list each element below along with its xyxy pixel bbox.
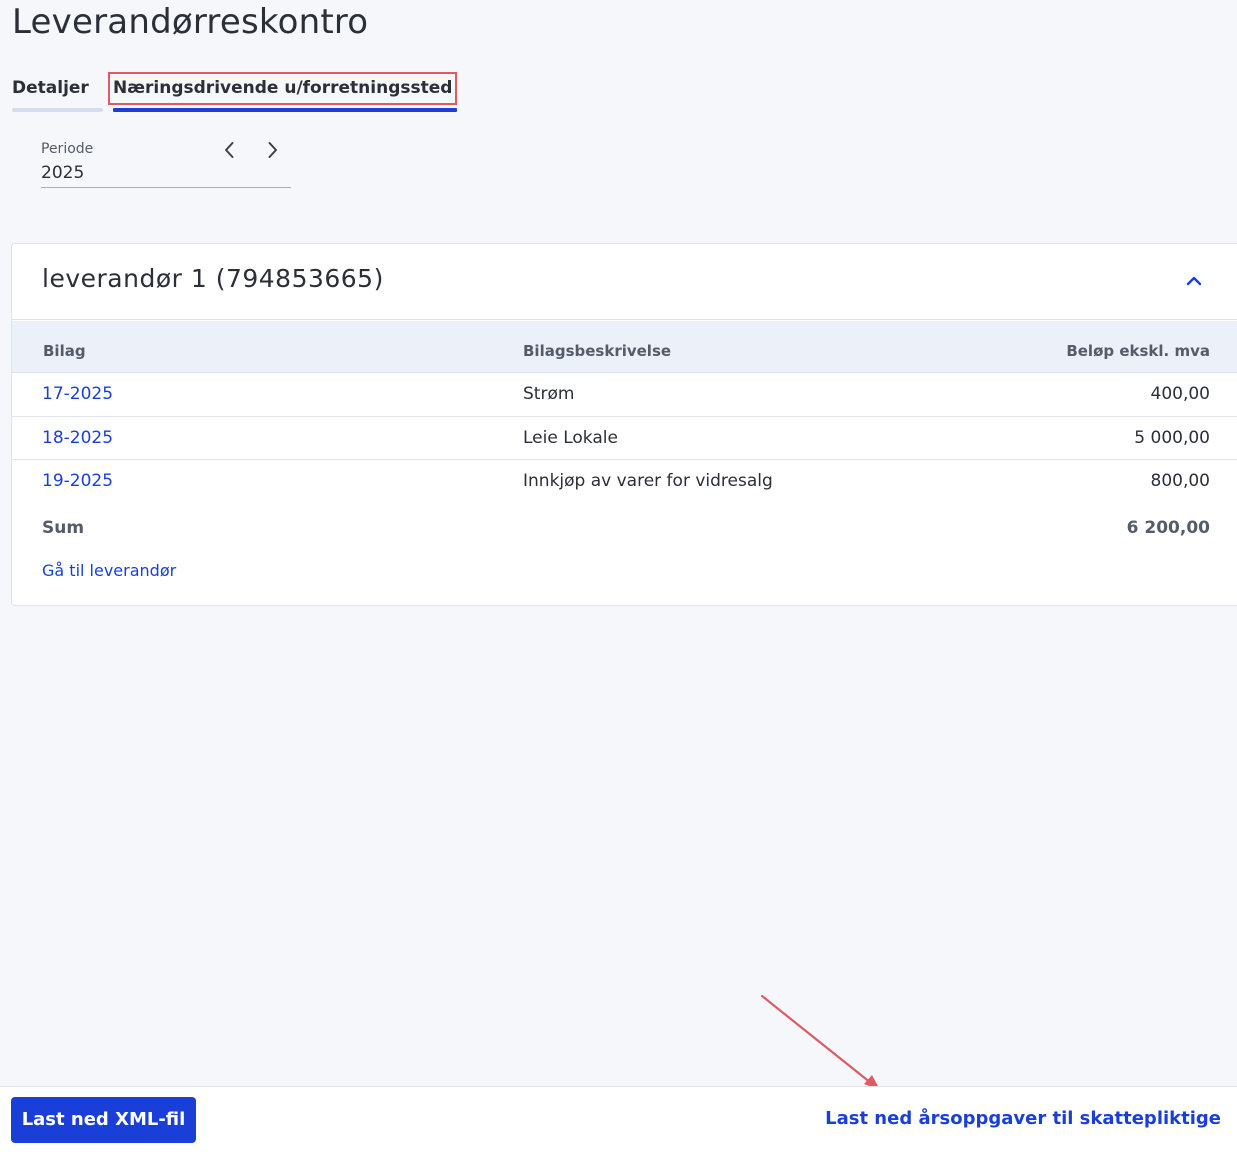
bilag-amount: 400,00 xyxy=(1150,384,1210,404)
column-header-amount[interactable]: Beløp ekskl. mva xyxy=(1066,342,1210,360)
sum-amount: 6 200,00 xyxy=(1126,518,1210,538)
sum-label: Sum xyxy=(42,518,85,538)
footer-bar: Last ned XML-fil Last ned årsoppgaver ti… xyxy=(0,1086,1237,1152)
supplier-title: leverandør 1 (794853665) xyxy=(42,264,384,293)
tab-detaljer[interactable]: Detaljer xyxy=(12,72,103,114)
table-row: 18-2025 Leie Lokale 5 000,00 xyxy=(12,417,1237,460)
bilag-amount: 800,00 xyxy=(1150,471,1210,491)
supplier-card: leverandør 1 (794853665) Bilag Bilagsbes… xyxy=(11,243,1237,606)
page-title: Leverandørreskontro xyxy=(12,2,369,42)
period-selector[interactable]: Periode 2025 xyxy=(41,138,291,188)
tab-active-indicator xyxy=(113,108,457,112)
tab-detaljer-label: Detaljer xyxy=(12,78,89,98)
chevron-right-icon[interactable] xyxy=(260,138,284,162)
tab-naeringsdrivende[interactable]: Næringsdrivende u/forretningssted xyxy=(108,72,458,114)
goto-supplier-link[interactable]: Gå til leverandør xyxy=(42,561,176,580)
table-header: Bilag Bilagsbeskrivelse Beløp ekskl. mva xyxy=(12,321,1237,373)
bilag-description: Leie Lokale xyxy=(523,428,618,448)
bilag-link[interactable]: 19-2025 xyxy=(42,471,113,491)
column-header-description[interactable]: Bilagsbeskrivelse xyxy=(523,342,671,360)
bilag-link[interactable]: 17-2025 xyxy=(42,384,113,404)
tab-detaljer-underline xyxy=(12,108,103,112)
supplier-card-header[interactable]: leverandør 1 (794853665) xyxy=(12,244,1237,320)
download-xml-button[interactable]: Last ned XML-fil xyxy=(11,1097,196,1143)
tab-bar: Detaljer Næringsdrivende u/forretningsst… xyxy=(12,72,472,114)
download-tax-statements-link[interactable]: Last ned årsoppgaver til skattepliktige xyxy=(825,1108,1221,1129)
bilag-description: Innkjøp av varer for vidresalg xyxy=(523,471,773,491)
chevron-left-icon[interactable] xyxy=(218,138,242,162)
chevron-up-icon[interactable] xyxy=(1183,270,1205,292)
sum-row: Sum 6 200,00 xyxy=(12,516,1237,546)
bilag-description: Strøm xyxy=(523,384,575,404)
table-row: 17-2025 Strøm 400,00 xyxy=(12,373,1237,417)
period-label: Periode xyxy=(41,141,94,157)
column-header-bilag[interactable]: Bilag xyxy=(43,342,86,360)
bilag-link[interactable]: 18-2025 xyxy=(42,428,113,448)
tab-naeringsdrivende-label: Næringsdrivende u/forretningssted xyxy=(108,72,458,105)
table-row: 19-2025 Innkjøp av varer for vidresalg 8… xyxy=(12,460,1237,504)
bilag-amount: 5 000,00 xyxy=(1134,428,1210,448)
period-value: 2025 xyxy=(41,163,85,183)
